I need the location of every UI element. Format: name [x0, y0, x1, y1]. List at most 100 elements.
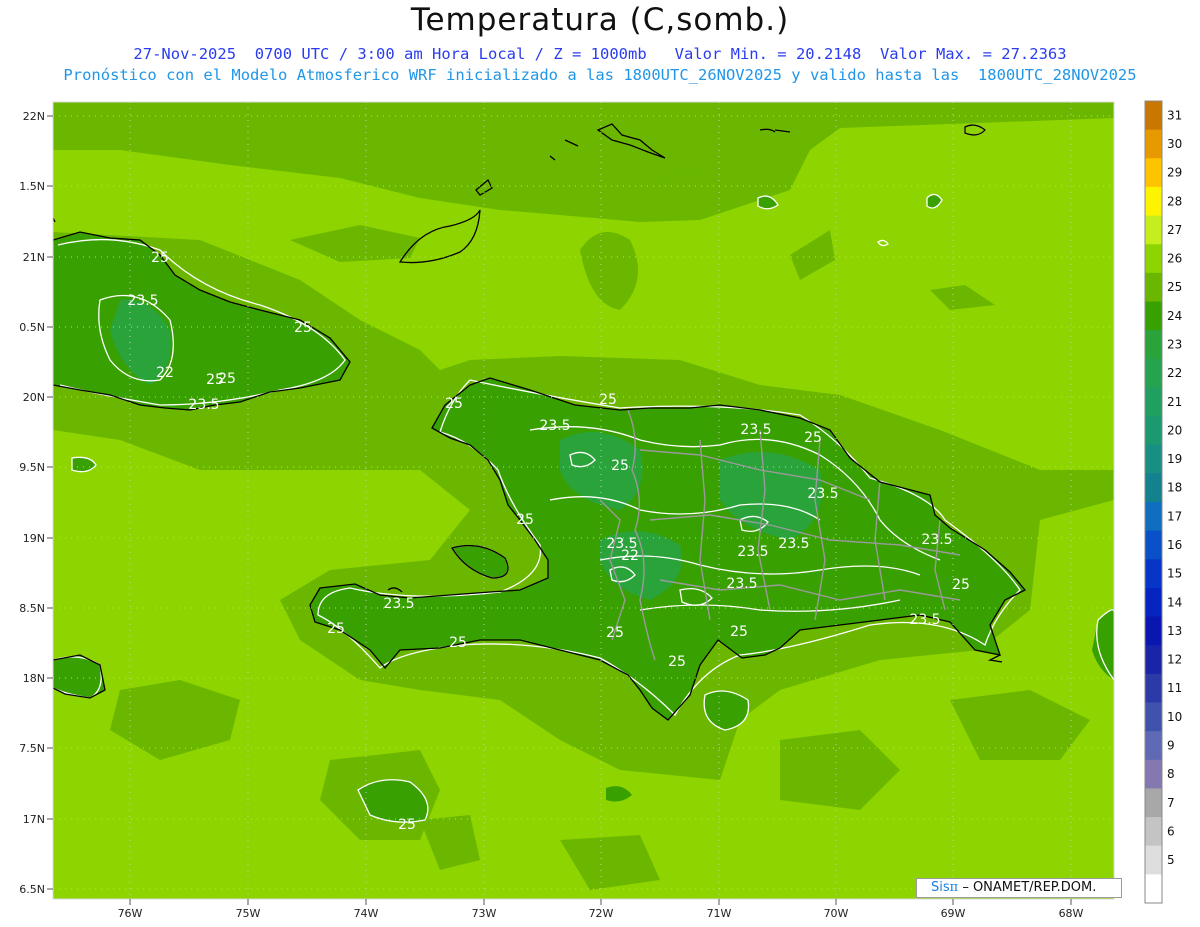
legend-label: 5 — [1167, 853, 1175, 867]
legend-swatch — [1145, 731, 1162, 761]
legend-label: 10 — [1167, 710, 1182, 724]
contour-label: 23.5 — [921, 532, 952, 548]
legend-swatch — [1145, 702, 1162, 732]
legend-label: 28 — [1167, 194, 1182, 208]
lon-label: 74W — [354, 907, 379, 920]
legend-swatch — [1145, 186, 1162, 217]
credit-pi: π — [949, 880, 959, 895]
legend-swatch — [1145, 788, 1162, 818]
legend-label: 19 — [1167, 452, 1182, 466]
contour-label: 23.5 — [778, 536, 809, 552]
legend-label: 7 — [1167, 796, 1175, 810]
legend-label: 24 — [1167, 309, 1182, 323]
legend-swatch — [1145, 358, 1162, 388]
lat-label: 1.5N — [19, 180, 45, 193]
contour-label: 23.5 — [807, 486, 838, 502]
contour-label: 23.5 — [740, 422, 771, 438]
legend-label: 29 — [1167, 166, 1182, 180]
lat-label: 8.5N — [19, 602, 45, 615]
legend-swatch — [1145, 817, 1162, 847]
contour-label: 25 — [516, 512, 534, 528]
legend-swatch — [1145, 874, 1162, 904]
lat-label: 17N — [23, 813, 45, 826]
legend-swatch — [1145, 530, 1162, 560]
lon-label: 75W — [236, 907, 261, 920]
legend-label: 27 — [1167, 223, 1182, 237]
legend-label: 14 — [1167, 595, 1182, 609]
legend-swatch — [1145, 502, 1162, 532]
contour-label: 25 — [668, 654, 686, 670]
credit-box: Sisπ – ONAMET/REP.DOM. — [916, 878, 1122, 898]
legend-label: 15 — [1167, 567, 1182, 581]
legend-swatch — [1145, 616, 1162, 646]
legend-swatch — [1145, 272, 1162, 302]
contour-label: 25 — [218, 371, 236, 387]
contour-label: 23.5 — [188, 397, 219, 413]
contour-label: 25 — [398, 817, 416, 833]
legend-swatch — [1145, 645, 1162, 675]
contour-label: 25 — [730, 624, 748, 640]
lat-label: 0.5N — [19, 321, 45, 334]
legend-swatch — [1145, 101, 1162, 131]
lon-label: 69W — [941, 907, 966, 920]
contour-label: 25 — [804, 430, 822, 446]
lon-label: 70W — [824, 907, 849, 920]
latitude-axis: 22N 1.5N 21N 0.5N 20N 9.5N 19N 8.5N 18N 7.5N 17N 6.… — [19, 110, 53, 896]
legend-swatch — [1145, 845, 1162, 875]
legend-swatch — [1145, 673, 1162, 703]
legend-swatch — [1145, 158, 1162, 188]
contour-label: 23.5 — [726, 576, 757, 592]
color-legend: 31 30 29 28 27 26 25 24 23 22 21 20 19 18 17 16 15 14 13 12… — [1144, 100, 1182, 904]
lon-label: 73W — [472, 907, 497, 920]
contour-label: 25 — [952, 577, 970, 593]
lon-label: 72W — [589, 907, 614, 920]
legend-label: 8 — [1167, 767, 1175, 781]
lon-label: 71W — [707, 907, 732, 920]
legend-label: 16 — [1167, 538, 1182, 552]
legend-swatch — [1145, 587, 1162, 618]
legend-swatch — [1145, 330, 1162, 360]
lat-label: 20N — [23, 391, 45, 404]
lon-label: 76W — [118, 907, 143, 920]
legend-swatch — [1145, 244, 1162, 274]
contour-label: 25 — [449, 635, 467, 651]
lat-label: 9.5N — [19, 461, 45, 474]
contour-label: 23.5 — [909, 612, 940, 628]
legend-swatch — [1145, 416, 1162, 446]
contour-label: 25 — [151, 250, 169, 266]
credit-text: – ONAMET/REP.DOM. — [958, 880, 1097, 895]
contour-label: 22 — [156, 365, 174, 381]
contour-label: 25 — [599, 392, 617, 408]
contour-label: 25 — [611, 458, 629, 474]
legend-label: 23 — [1167, 338, 1182, 352]
legend-label: 31 — [1167, 108, 1182, 122]
legend-label: 11 — [1167, 681, 1182, 695]
legend-label: 9 — [1167, 739, 1175, 753]
legend-swatch — [1145, 559, 1162, 589]
legend-label: 6 — [1167, 824, 1175, 838]
lat-label: 22N — [23, 110, 45, 123]
longitude-axis: 76W 75W 74W 73W 72W 71W 70W 69W 68W — [118, 899, 1084, 920]
legend-swatch — [1145, 129, 1162, 159]
legend-swatch — [1145, 301, 1162, 331]
legend-label: 26 — [1167, 252, 1182, 266]
lat-label: 21N — [23, 251, 45, 264]
lat-label: 6.5N — [19, 883, 45, 896]
legend-swatch — [1145, 215, 1162, 245]
legend-label: 17 — [1167, 509, 1182, 523]
lon-label: 68W — [1059, 907, 1084, 920]
contour-label: 22 — [621, 548, 639, 564]
legend-swatch — [1145, 387, 1162, 417]
lat-label: 19N — [23, 532, 45, 545]
contour-label: 25 — [327, 621, 345, 637]
contour-label: 23.5 — [383, 596, 414, 612]
contour-label: 25 — [445, 396, 463, 412]
contour-label: 25 — [606, 625, 624, 641]
legend-label: 12 — [1167, 653, 1182, 667]
legend-label: 13 — [1167, 624, 1182, 638]
legend-label: 21 — [1167, 395, 1182, 409]
legend-label: 18 — [1167, 481, 1182, 495]
contour-label: 23.5 — [737, 544, 768, 560]
contour-label: 23.5 — [127, 293, 158, 309]
legend-label: 20 — [1167, 423, 1182, 437]
